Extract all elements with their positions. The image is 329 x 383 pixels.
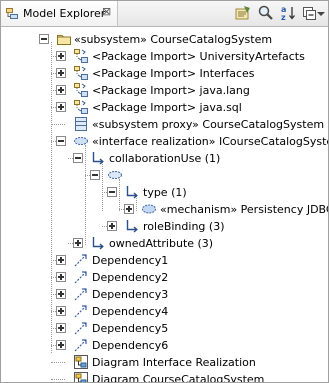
tab-model-explorer[interactable]: Model Explorer ⊠ [1,1,118,26]
collapse-icon[interactable] [107,187,117,197]
view-toolbar: Model Explorer ⊠ a z [1,1,328,27]
tree-item-dependency2[interactable]: Dependency2 [1,269,328,286]
reference-icon [90,150,106,166]
tree-item-rolebinding[interactable]: roleBinding (3) [1,218,328,235]
collaboration-use-icon [107,167,123,183]
diagram-icon [73,371,89,382]
tree-item-label: collaborationUse (1) [109,152,221,165]
svg-text:z: z [281,13,286,22]
dependency-icon [73,303,89,319]
tree-item-label: <Package Import> java.lang [92,84,250,97]
tree-item-dependency3[interactable]: Dependency3 [1,286,328,303]
expand-icon[interactable] [56,306,66,316]
tree-item-label: <Package Import> UniversityArtefacts [92,50,305,63]
reference-icon [124,184,140,200]
tree-item-label: «subsystem proxy» CourseCatalogSystem [92,118,325,131]
tree-item-label: Diagram CourseCatalogSystem [92,373,265,382]
tree-item-import-java-lang[interactable]: <Package Import> java.lang [1,82,328,99]
tree-item-label: Diagram Interface Realization [92,356,256,369]
tree-item-label: Dependency5 [92,322,169,335]
dependency-icon [73,252,89,268]
search-icon[interactable] [257,4,275,22]
model-explorer-icon [6,7,19,23]
expand-icon[interactable] [56,340,66,350]
tree-item-type[interactable]: type (1) [1,184,328,201]
tree-item-label: Dependency3 [92,288,169,301]
tree-connector [51,362,65,363]
package-import-icon [73,82,89,98]
tree-item-dependency6[interactable]: Dependency6 [1,337,328,354]
tree-item-label: <Package Import> java.sql [92,101,242,114]
tree-item-import-java-sql[interactable]: <Package Import> java.sql [1,99,328,116]
expand-icon[interactable] [56,68,66,78]
dependency-icon [73,286,89,302]
expand-icon[interactable] [56,323,66,333]
tree-item-diagram-coursecatalogsystem[interactable]: Diagram CourseCatalogSystem [1,371,328,382]
model-tree: «subsystem» CourseCatalogSystem <Package … [1,28,328,382]
collapse-icon[interactable] [39,34,49,44]
expand-icon[interactable] [56,102,66,112]
dependency-icon [73,269,89,285]
tree-item-label: «interface realization» ICourseCatalogSy… [92,135,328,148]
expand-icon[interactable] [124,204,134,214]
reference-icon [124,218,140,234]
tree-item-label: Dependency2 [92,271,169,284]
expand-icon[interactable] [73,238,83,248]
tree-item-collaborationuse[interactable]: collaborationUse (1) [1,150,328,167]
interface-realization-icon [73,133,89,149]
collapse-icon[interactable] [73,153,83,163]
tree-item-dependency1[interactable]: Dependency1 [1,252,328,269]
tree-item-dependency4[interactable]: Dependency4 [1,303,328,320]
tree-item-label: type (1) [143,186,187,199]
tree-item-label: roleBinding (3) [143,220,225,233]
tree-item-label: «subsystem» CourseCatalogSystem [74,33,273,46]
link-with-editor-icon[interactable] [234,4,252,22]
tree-item-mechanism-persistency-jdbc[interactable]: «mechanism» Persistency JDBC [1,201,328,218]
tree-item-label: Dependency4 [92,305,169,318]
collapse-icon[interactable] [56,136,66,146]
collaboration-icon [141,201,157,217]
tree-connector [51,124,65,125]
expand-icon[interactable] [56,85,66,95]
expand-icon[interactable] [56,289,66,299]
dependency-icon [73,337,89,353]
tree-item-label: ownedAttribute (3) [109,237,214,250]
tree-item-label: Dependency6 [92,339,169,352]
package-import-icon [73,48,89,64]
tree-item-label: Dependency1 [92,254,169,267]
view-title: Model Explorer [23,7,106,20]
expand-icon[interactable] [107,221,117,231]
tree-item-import-interfaces[interactable]: <Package Import> Interfaces [1,65,328,82]
package-icon [56,31,72,47]
model-explorer-view: Model Explorer ⊠ a z «subsystem» CourseC… [0,0,329,383]
expand-icon[interactable] [56,255,66,265]
tree-item-collaboration-use[interactable] [1,167,328,184]
dependency-icon [73,320,89,336]
expand-icon[interactable] [56,272,66,282]
tree-item-label: «mechanism» Persistency JDBC [160,203,328,216]
expand-icon[interactable] [56,51,66,61]
package-import-icon [73,65,89,81]
reference-icon [90,235,106,251]
sort-alpha-icon[interactable]: a z [280,4,298,22]
tree-item-diagram-interface-realization[interactable]: Diagram Interface Realization [1,354,328,371]
collapse-icon[interactable] [90,170,100,180]
tree-item-import-universityartefacts[interactable]: <Package Import> UniversityArtefacts [1,48,328,65]
tree-item-dependency5[interactable]: Dependency5 [1,320,328,337]
tree-item-subsystem-proxy[interactable]: «subsystem proxy» CourseCatalogSystem [1,116,328,133]
close-icon[interactable]: ⊠ [102,5,111,18]
diagram-icon [73,354,89,370]
tree-connector [51,379,65,380]
tree-item-interface-realization[interactable]: «interface realization» ICourseCatalogSy… [1,133,328,150]
view-menu-icon[interactable] [316,4,326,22]
package-import-icon [73,99,89,115]
tree-item-label: <Package Import> Interfaces [92,67,255,80]
tree-item-subsystem[interactable]: «subsystem» CourseCatalogSystem [1,31,328,48]
tree-item-ownedattribute[interactable]: ownedAttribute (3) [1,235,328,252]
class-icon [73,116,89,132]
